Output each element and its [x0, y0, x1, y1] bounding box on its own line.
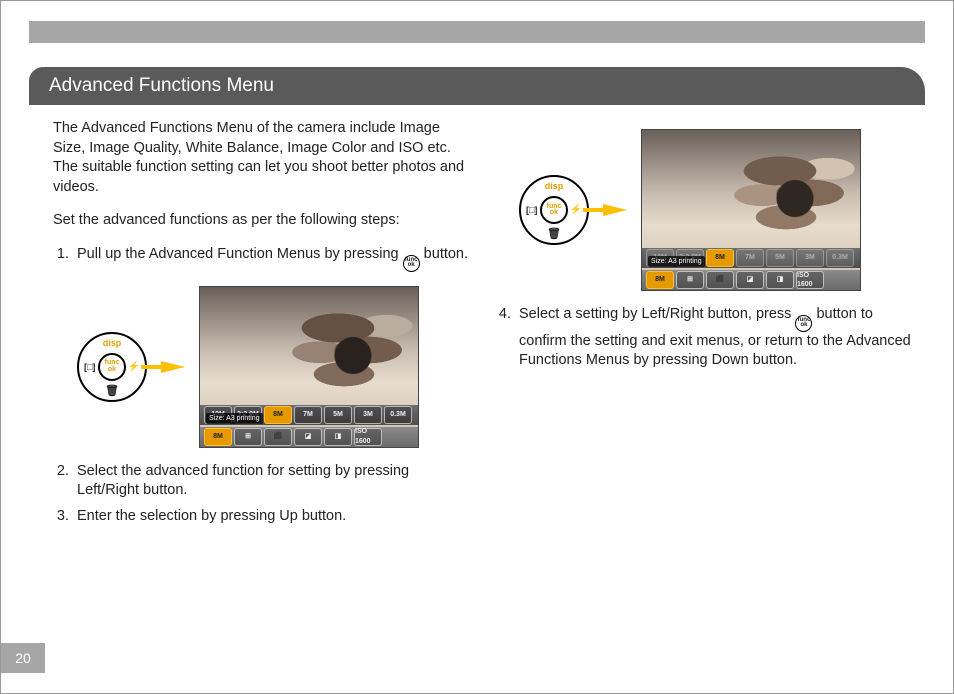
steps-list-left: Pull up the Advanced Function Menus by p… [53, 245, 471, 272]
dpad-top-label: disp [545, 180, 564, 192]
steps-intro: Set the advanced functions as per the fo… [53, 211, 471, 231]
lcd-bottom-icon-row: 8M ⊞ ⬛ ◪ ◨ ISO 1600 [642, 270, 860, 290]
func-iso-icon: ISO 1600 [796, 271, 824, 289]
steps-list-right: Select a setting by Left/Right button, p… [495, 305, 913, 371]
dpad-control-icon: disp [□] ⚡ 🗑 func ok [519, 175, 589, 245]
heading-text: Advanced Functions Menu [49, 75, 274, 96]
func-quality-icon: ⊞ [676, 271, 704, 289]
func-color-icon: ◪ [294, 428, 322, 446]
intro-paragraph: The Advanced Functions Menu of the camer… [53, 119, 471, 197]
func-size-icon-selected: 8M [204, 428, 232, 446]
size-7m-icon: 7M [294, 406, 322, 424]
func-wb-icon: ⬛ [264, 428, 292, 446]
step-1-text-a: Pull up the Advanced Function Menus by p… [77, 246, 403, 262]
dpad-right-label: ⚡ [570, 203, 582, 217]
flower-image [720, 138, 861, 248]
func-exposure-icon: ◨ [324, 428, 352, 446]
func-quality-icon: ⊞ [234, 428, 262, 446]
dpad-right-label: ⚡ [128, 360, 140, 374]
func-wb-icon: ⬛ [706, 271, 734, 289]
figure-2: disp [□] ⚡ 🗑 func ok 10M 3:2 9M 8M 7M 5M [519, 129, 913, 291]
flower-image [278, 295, 419, 405]
dpad-center-button: func ok [98, 353, 126, 381]
dpad-bottom-label: 🗑 [105, 386, 119, 397]
size-03m-icon: 0.3M [384, 406, 412, 424]
func-ok-icon: funcok [795, 315, 812, 332]
size-7m-icon: 7M [736, 249, 764, 267]
left-column: The Advanced Functions Menu of the camer… [53, 119, 471, 532]
section-heading: Advanced Functions Menu [29, 67, 925, 105]
dpad-left-label: [□] [84, 361, 95, 373]
dpad-bottom-label: 🗑 [547, 229, 561, 240]
size-3m-icon: 3M [796, 249, 824, 267]
func-size-icon-selected: 8M [646, 271, 674, 289]
dpad-control-icon: disp [□] ⚡ 🗑 func ok [77, 332, 147, 402]
size-03m-icon: 0.3M [826, 249, 854, 267]
page-number-text: 20 [15, 650, 31, 666]
step-4: Select a setting by Left/Right button, p… [515, 305, 913, 371]
func-ok-icon: funcok [403, 255, 420, 272]
step-4-text-a: Select a setting by Left/Right button, p… [519, 306, 795, 322]
func-iso-icon: ISO 1600 [354, 428, 382, 446]
figure-1: disp [□] ⚡ 🗑 func ok 10M 3:2 9M 8M 7M 5M [77, 286, 471, 448]
content-columns: The Advanced Functions Menu of the camer… [1, 105, 953, 532]
step-2: Select the advanced function for setting… [73, 462, 471, 501]
step-1-text-b: button. [420, 246, 468, 262]
arrow-right-icon [603, 204, 627, 216]
camera-lcd-figure-1: 10M 3:2 9M 8M 7M 5M 3M 0.3M Size: A3 pri… [199, 286, 419, 448]
size-3m-icon: 3M [354, 406, 382, 424]
size-5m-icon: 5M [324, 406, 352, 424]
steps-list-left-cont: Select the advanced function for setting… [53, 462, 471, 527]
func-color-icon: ◪ [736, 271, 764, 289]
lcd-size-label: Size: A3 printing [206, 413, 263, 424]
lcd-bottom-icon-row: 8M ⊞ ⬛ ◪ ◨ ISO 1600 [200, 427, 418, 447]
size-8m-icon-selected: 8M [706, 249, 734, 267]
step-3: Enter the selection by pressing Up butto… [73, 507, 471, 527]
top-gray-bar [29, 21, 925, 43]
right-column: disp [□] ⚡ 🗑 func ok 10M 3:2 9M 8M 7M 5M [495, 119, 913, 532]
dpad-left-label: [□] [526, 204, 537, 216]
arrow-right-icon [161, 361, 185, 373]
camera-lcd-figure-2: 10M 3:2 9M 8M 7M 5M 3M 0.3M Size: A3 pri… [641, 129, 861, 291]
func-exposure-icon: ◨ [766, 271, 794, 289]
step-1: Pull up the Advanced Function Menus by p… [73, 245, 471, 272]
page-number: 20 [1, 643, 45, 673]
size-8m-icon-selected: 8M [264, 406, 292, 424]
lcd-size-label: Size: A3 printing [648, 256, 705, 267]
dpad-center-button: func ok [540, 196, 568, 224]
dpad-top-label: disp [103, 337, 122, 349]
size-5m-icon: 5M [766, 249, 794, 267]
